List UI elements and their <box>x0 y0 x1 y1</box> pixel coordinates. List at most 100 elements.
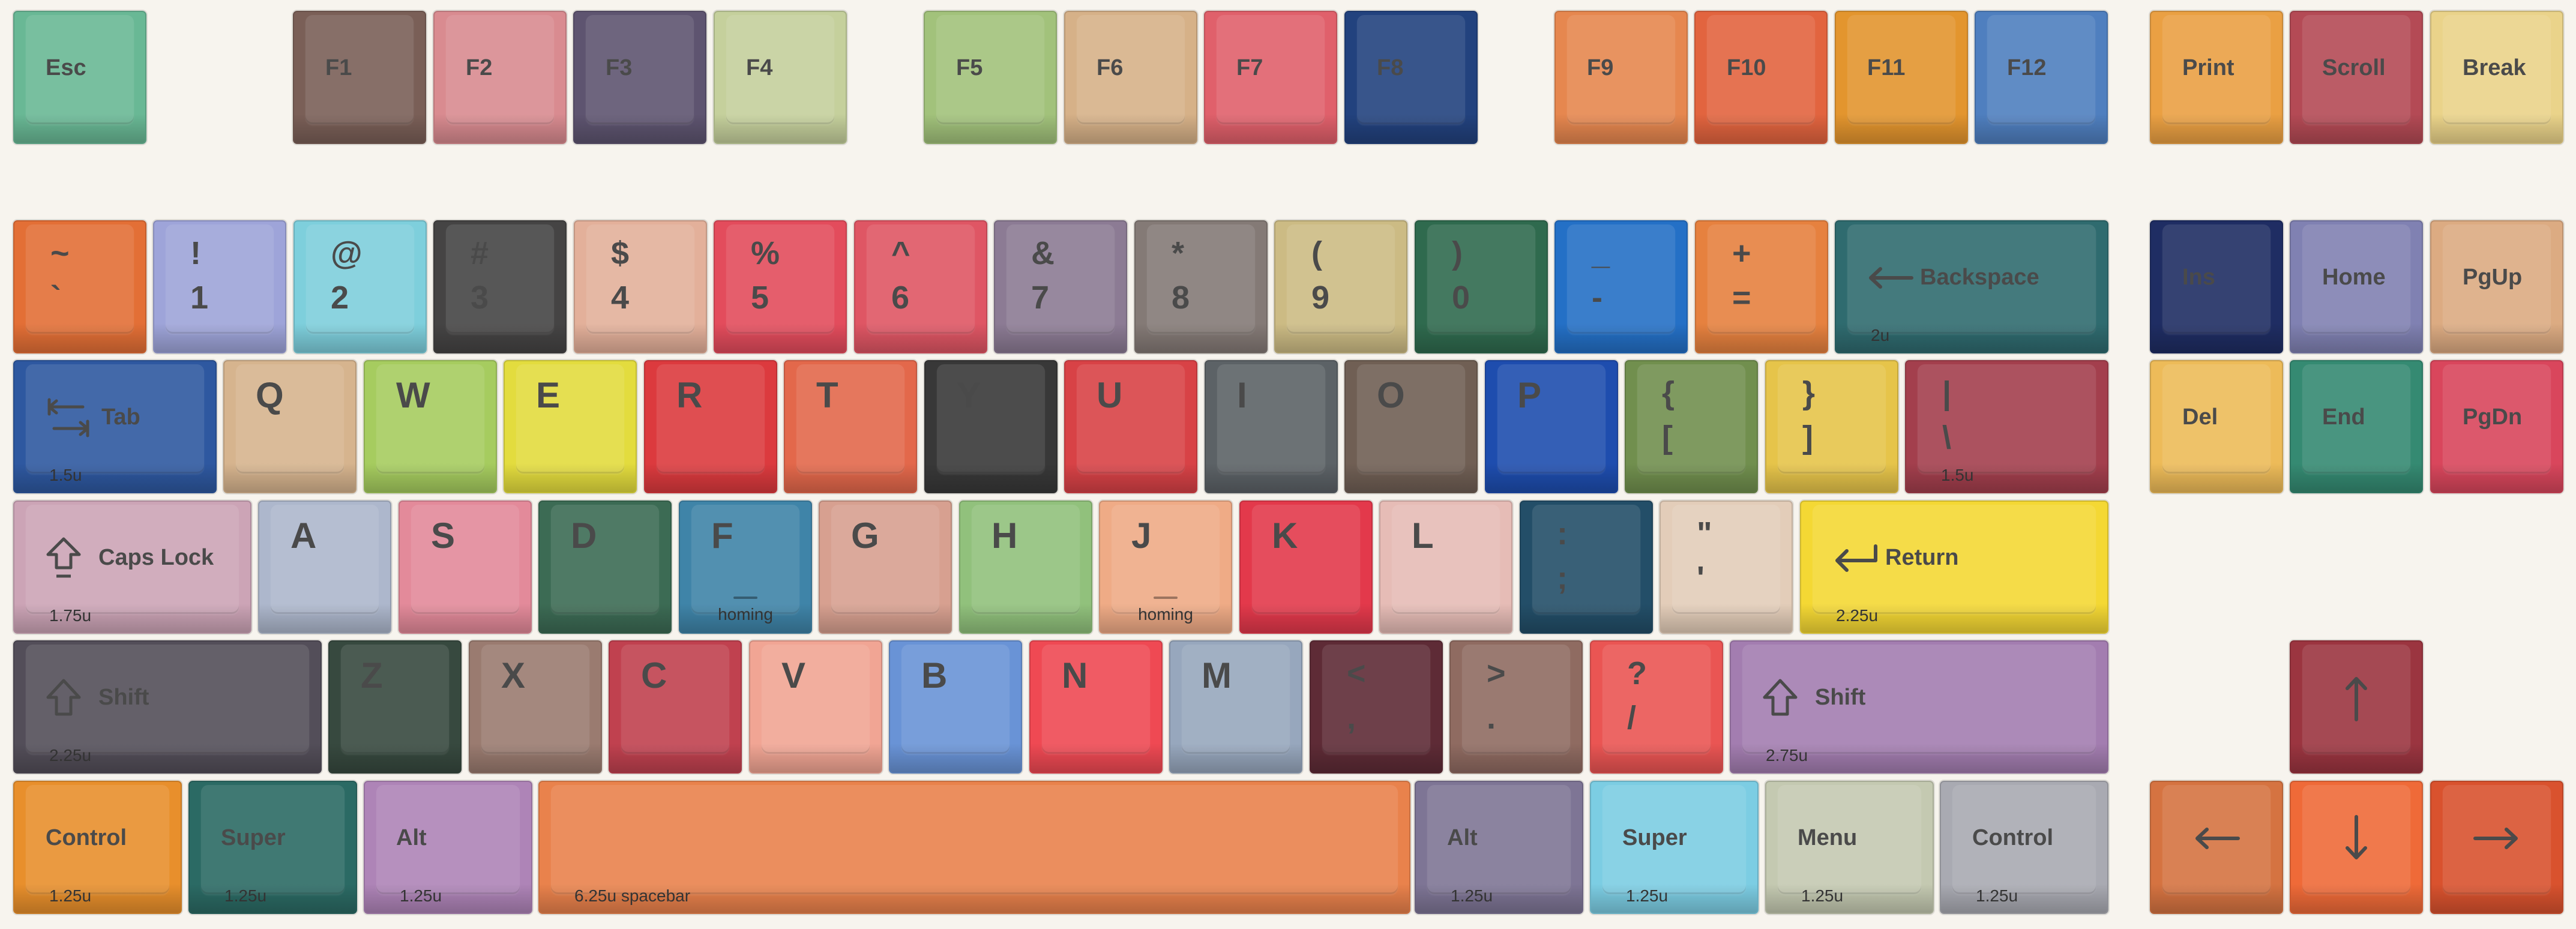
key-end[interactable]: End <box>2290 360 2423 493</box>
key-f9[interactable]: F9 <box>1554 11 1688 144</box>
key-down[interactable] <box>2290 781 2423 914</box>
key-ralt[interactable]: Alt 1.25u <box>1415 781 1583 914</box>
key-i[interactable]: I <box>1205 360 1338 493</box>
key-t[interactable]: T <box>784 360 917 493</box>
key-print[interactable]: Print <box>2150 11 2283 144</box>
key-backspace[interactable]: Backspace 2u <box>1835 220 2108 353</box>
key-pgdn[interactable]: PgDn <box>2430 360 2563 493</box>
key-x[interactable]: X <box>469 640 602 774</box>
key-3[interactable]: #3 <box>433 220 567 353</box>
key-home[interactable]: Home <box>2290 220 2423 353</box>
key-equal[interactable]: + = <box>1695 220 1828 353</box>
key-c[interactable]: C <box>609 640 742 774</box>
arrow-up-icon <box>2291 642 2422 754</box>
key-lalt[interactable]: Alt 1.25u <box>364 781 532 914</box>
key-up[interactable] <box>2290 640 2423 774</box>
key-r[interactable]: R <box>644 360 777 493</box>
key-f6[interactable]: F6 <box>1064 11 1197 144</box>
key-0[interactable]: ) 0 <box>1415 220 1548 353</box>
key-ins[interactable]: Ins <box>2150 220 2283 353</box>
keycap-top <box>411 505 519 614</box>
key-f5[interactable]: F5 <box>924 11 1057 144</box>
key-d[interactable]: D <box>538 501 672 634</box>
key-tab[interactable]: Tab 1.5u <box>13 360 217 493</box>
key-left[interactable] <box>2150 781 2283 914</box>
key-letter: N <box>1062 655 1088 696</box>
key-7[interactable]: & 7 <box>994 220 1127 353</box>
key-v[interactable]: V <box>749 640 882 774</box>
key-p[interactable]: P <box>1485 360 1618 493</box>
key-menu[interactable]: Menu 1.25u <box>1765 781 1934 914</box>
key-k[interactable]: K <box>1239 501 1373 634</box>
key-rshift[interactable]: Shift 2.75u <box>1730 640 2108 774</box>
key-capslock[interactable]: Caps Lock 1.75u <box>13 501 251 634</box>
keycap-top <box>726 15 834 124</box>
key-return[interactable]: Return 2.25u <box>1800 501 2108 634</box>
key-l[interactable]: L <box>1379 501 1512 634</box>
key-w[interactable]: W <box>364 360 497 493</box>
key-scroll[interactable]: Scroll <box>2290 11 2423 144</box>
shift-icon <box>1761 642 1799 754</box>
key-space[interactable]: 6.25u spacebar <box>538 781 1410 914</box>
key-lbracket[interactable]: {[ <box>1625 360 1758 493</box>
key-s[interactable]: S <box>399 501 532 634</box>
key-f4[interactable]: F4 <box>714 11 847 144</box>
key-9[interactable]: (9 <box>1274 220 1407 353</box>
keycap-top <box>26 224 134 334</box>
key-pgup[interactable]: PgUp <box>2430 220 2563 353</box>
key-lcontrol[interactable]: Control 1.25u <box>13 781 182 914</box>
key-comma[interactable]: <, <box>1310 640 1443 774</box>
key-rsuper[interactable]: Super 1.25u <box>1590 781 1759 914</box>
key-period[interactable]: >. <box>1449 640 1583 774</box>
key-slash[interactable]: ? / <box>1590 640 1723 774</box>
key-letter: Q <box>256 375 284 415</box>
key-h[interactable]: H <box>959 501 1092 634</box>
key-j[interactable]: Jhoming <box>1099 501 1232 634</box>
key-f12[interactable]: F12 <box>1975 11 2108 144</box>
keycap-top <box>1392 505 1500 614</box>
key-m[interactable]: M <box>1169 640 1302 774</box>
key-g[interactable]: G <box>819 501 952 634</box>
key-minus[interactable]: _ - <box>1554 220 1688 353</box>
key-size-label: 1.5u <box>49 466 82 484</box>
key-a[interactable]: A <box>258 501 391 634</box>
key-o[interactable]: O <box>1344 360 1478 493</box>
key-y[interactable]: Y <box>924 360 1058 493</box>
key-rcontrol[interactable]: Control 1.25u <box>1940 781 2108 914</box>
keycap-top <box>1322 645 1430 754</box>
key-quote[interactable]: " ' <box>1660 501 1793 634</box>
key-n[interactable]: N <box>1029 640 1163 774</box>
key-5[interactable]: % 5 <box>714 220 847 353</box>
key-rbracket[interactable]: }] <box>1765 360 1898 493</box>
key-lsuper[interactable]: Super 1.25u <box>188 781 357 914</box>
key-1[interactable]: ! 1 <box>153 220 286 353</box>
key-f1[interactable]: F1 <box>293 11 426 144</box>
key-del[interactable]: Del <box>2150 360 2283 493</box>
key-2[interactable]: @2 <box>293 220 427 353</box>
key-lshift[interactable]: Shift 2.25u <box>13 640 322 774</box>
key-size-label: 1.5u <box>1941 466 1974 484</box>
key-break[interactable]: Break <box>2430 11 2563 144</box>
key-f10[interactable]: F10 <box>1694 11 1828 144</box>
key-backslash[interactable]: | \ 1.5u <box>1905 360 2108 493</box>
key-f[interactable]: Fhoming <box>679 501 812 634</box>
key-shift-symbol: ^ <box>891 235 910 271</box>
key-f2[interactable]: F2 <box>433 11 567 144</box>
key-b[interactable]: B <box>889 640 1022 774</box>
key-f11[interactable]: F11 <box>1835 11 1968 144</box>
key-u[interactable]: U <box>1064 360 1197 493</box>
key-z[interactable]: Z <box>328 640 462 774</box>
key-semicolon[interactable]: :; <box>1520 501 1653 634</box>
key-right[interactable] <box>2430 781 2563 914</box>
key-e[interactable]: E <box>504 360 637 493</box>
key-esc[interactable]: Esc <box>13 11 146 144</box>
key-f8[interactable]: F8 <box>1344 11 1478 144</box>
key-8[interactable]: * 8 <box>1134 220 1268 353</box>
key-shift-symbol: | <box>1942 375 1952 411</box>
key-f3[interactable]: F3 <box>573 11 706 144</box>
key-q[interactable]: Q <box>223 360 357 493</box>
key-4[interactable]: $4 <box>574 220 707 353</box>
key-grave[interactable]: ~ ` <box>13 220 146 353</box>
key-6[interactable]: ^ 6 <box>854 220 987 353</box>
key-f7[interactable]: F7 <box>1204 11 1337 144</box>
